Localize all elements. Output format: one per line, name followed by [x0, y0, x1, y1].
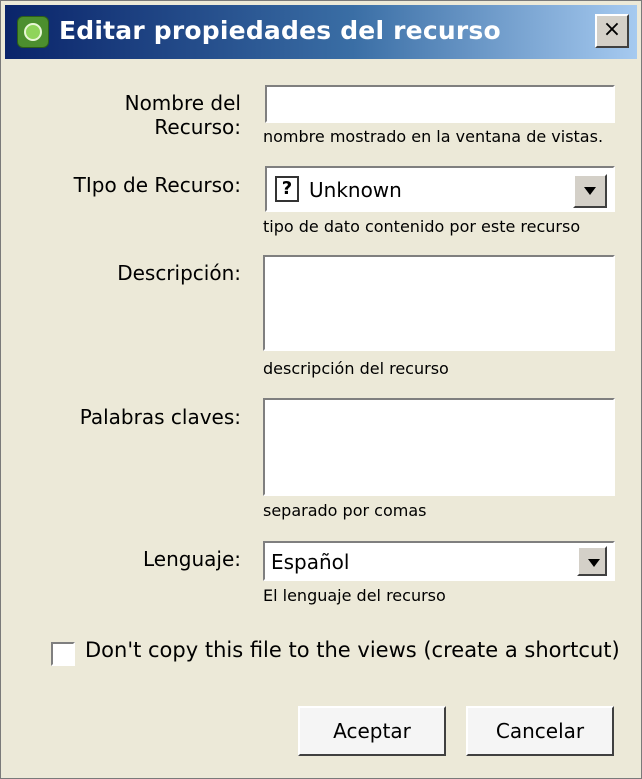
- chevron-down-icon[interactable]: [573, 174, 607, 208]
- app-icon: [17, 16, 49, 48]
- close-button[interactable]: ×: [595, 14, 629, 48]
- cancel-button[interactable]: Cancelar: [466, 706, 614, 756]
- accept-button[interactable]: Aceptar: [298, 706, 446, 756]
- chevron-down-icon[interactable]: [577, 546, 607, 576]
- language-label: Lenguaje:: [143, 547, 241, 571]
- description-hint: descripción del recurso: [263, 359, 449, 378]
- keywords-label: Palabras claves:: [79, 405, 241, 429]
- resource-name-label: Nombre del Recurso:: [124, 91, 241, 139]
- edit-resource-dialog: Editar propiedades del recurso × Nombre …: [0, 0, 642, 779]
- window-title: Editar propiedades del recurso: [59, 16, 501, 45]
- resource-type-hint: tipo de dato contenido por este recurso: [263, 217, 581, 236]
- language-select[interactable]: Español: [263, 541, 615, 581]
- keywords-hint: separado por comas: [263, 501, 427, 520]
- description-textarea[interactable]: [263, 255, 615, 351]
- resource-name-hint: nombre mostrado en la ventana de vistas.: [263, 127, 604, 146]
- language-hint: El lenguaje del recurso: [263, 586, 446, 605]
- resource-type-label: TIpo de Recurso:: [73, 173, 241, 197]
- resource-type-select[interactable]: ? Unknown: [265, 166, 615, 212]
- keywords-textarea[interactable]: [263, 398, 615, 496]
- resource-type-value: Unknown: [309, 178, 402, 202]
- shortcut-checkbox[interactable]: [51, 642, 75, 666]
- description-label: Descripción:: [117, 261, 241, 285]
- shortcut-checkbox-label[interactable]: Don't copy this file to the views (creat…: [85, 638, 620, 662]
- language-value: Español: [271, 550, 350, 574]
- resource-name-input[interactable]: [265, 85, 615, 123]
- title-bar[interactable]: Editar propiedades del recurso ×: [5, 5, 637, 59]
- unknown-file-icon: ?: [275, 176, 299, 202]
